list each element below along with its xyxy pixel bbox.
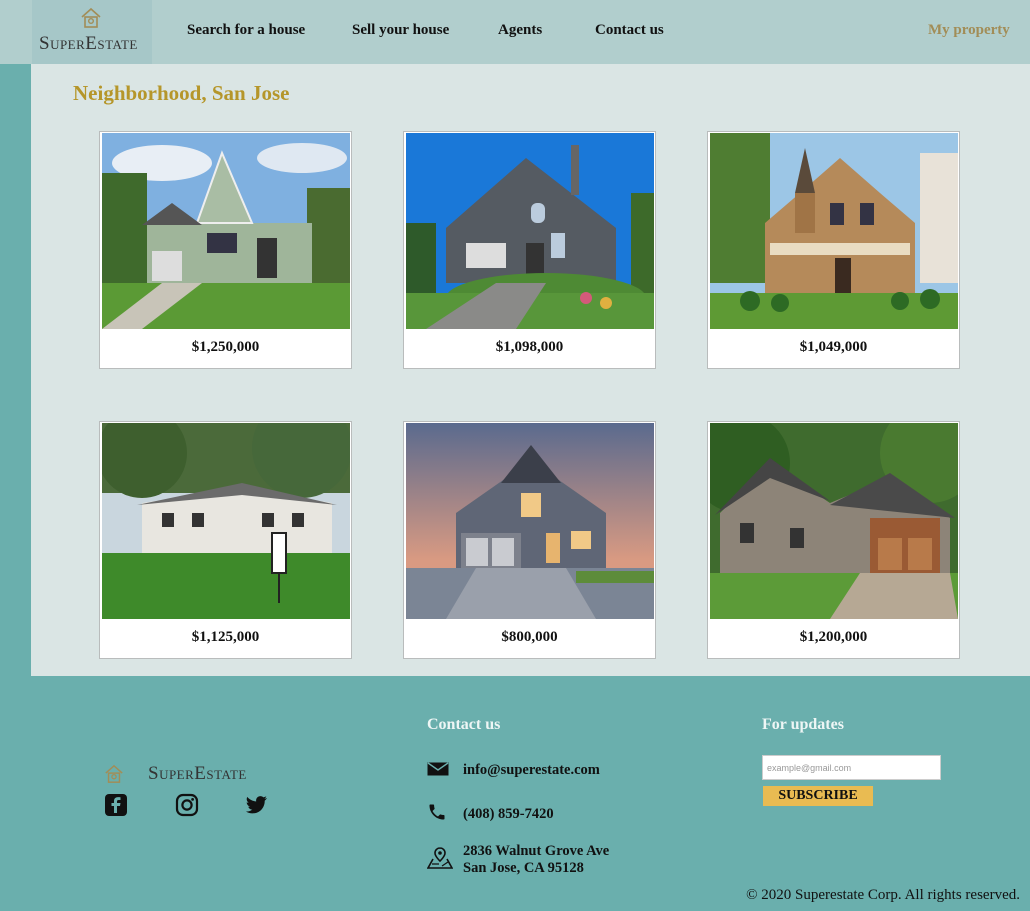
- page-title: Neighborhood, San Jose: [73, 81, 290, 105]
- facebook-icon[interactable]: [104, 793, 128, 817]
- listing-price: $1,049,000: [799, 339, 868, 355]
- map-location-icon: [427, 847, 453, 869]
- listing-card[interactable]: $1,250,000: [99, 131, 352, 369]
- phone-icon: [429, 804, 445, 820]
- twitter-icon[interactable]: [244, 793, 268, 817]
- envelope-icon: [427, 762, 449, 776]
- top-nav-bar: SuperEstate Search for a house Sell your…: [0, 0, 1030, 64]
- listings-section: Neighborhood, San Jose $1,250,000 $1,098…: [31, 64, 1030, 676]
- newsletter-email-input[interactable]: [762, 755, 941, 780]
- house-logo-icon: [105, 764, 123, 783]
- contact-heading: Contact us: [427, 716, 501, 733]
- contact-address-line1: 2836 Walnut Grove Ave: [463, 843, 610, 859]
- contact-phone[interactable]: (408) 859-7420: [463, 806, 554, 823]
- subscribe-button[interactable]: SUBSCRIBE: [763, 786, 873, 806]
- listing-card[interactable]: $1,125,000: [99, 421, 352, 659]
- house-photo: [406, 423, 654, 619]
- copyright-text: © 2020 Superestate Corp. All rights rese…: [746, 887, 1020, 903]
- listing-price: $1,098,000: [495, 339, 564, 355]
- house-photo: [102, 133, 350, 329]
- contact-address-line2: San Jose, CA 95128: [463, 860, 584, 876]
- instagram-icon[interactable]: [175, 793, 199, 817]
- listing-card[interactable]: $800,000: [403, 421, 656, 659]
- nav-contact-us[interactable]: Contact us: [595, 22, 664, 39]
- site-logo[interactable]: SuperEstate: [32, 0, 152, 64]
- house-photo: [710, 133, 958, 329]
- house-photo: [406, 133, 654, 329]
- footer-logo-wordmark: SuperEstate: [148, 763, 247, 784]
- house-logo-icon: [81, 7, 101, 28]
- nav-my-property[interactable]: My property: [928, 22, 1010, 39]
- nav-agents[interactable]: Agents: [498, 22, 542, 39]
- listing-price: $1,250,000: [191, 339, 260, 355]
- listing-card[interactable]: $1,098,000: [403, 131, 656, 369]
- nav-sell-house[interactable]: Sell your house: [352, 22, 449, 39]
- listing-price: $1,200,000: [799, 629, 868, 645]
- logo-wordmark: SuperEstate: [39, 33, 138, 54]
- house-photo: [710, 423, 958, 619]
- updates-heading: For updates: [762, 716, 844, 733]
- listing-price: $1,125,000: [191, 629, 260, 645]
- house-photo: [102, 423, 350, 619]
- listing-card[interactable]: $1,049,000: [707, 131, 960, 369]
- listing-price: $800,000: [501, 629, 558, 645]
- nav-search-house[interactable]: Search for a house: [187, 22, 305, 39]
- listing-card[interactable]: $1,200,000: [707, 421, 960, 659]
- contact-email[interactable]: info@superestate.com: [463, 762, 600, 779]
